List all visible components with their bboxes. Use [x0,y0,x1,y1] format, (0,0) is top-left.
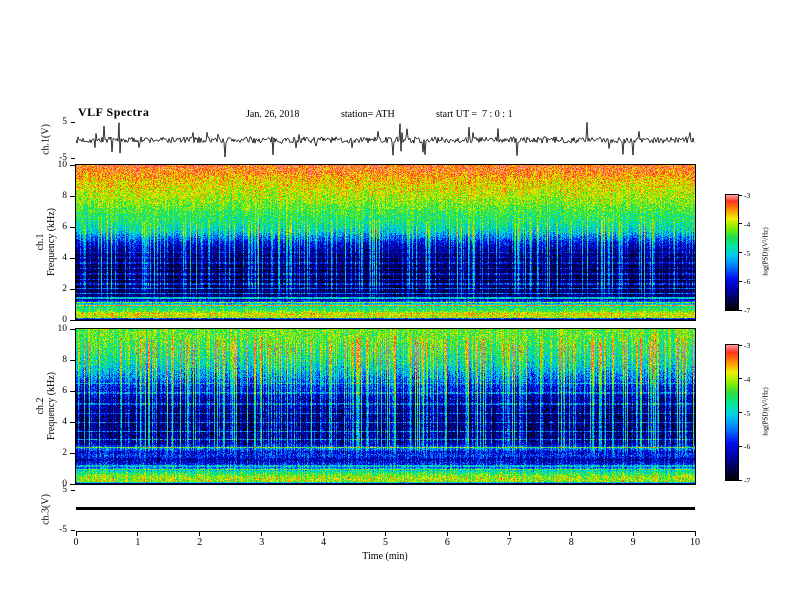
ch2-label: ch.2 [35,397,46,415]
ch1-colorbar-label: log(PSD)(V²/Hz) [761,227,770,276]
ch1-volt-tick-mark [71,157,75,159]
ch2-spectrogram-panel [75,328,696,485]
x-tick-mark [323,531,325,536]
x-tick-label: 10 [690,537,700,548]
x-tick-label: 4 [321,537,327,548]
ch1-freq-tick-label: 8 [62,191,67,201]
x-tick-mark [570,531,572,536]
x-tick-label: 1 [135,537,141,548]
ch3-waveform-panel [76,490,695,530]
time-axis-label: Time (min) [362,551,408,562]
cb1-tick-mark [739,223,742,225]
cb2-tick-mark [739,412,742,413]
ch1-waveform-canvas [76,122,695,158]
ch1-volt-tick-label: 5 [62,117,67,127]
ch3-volt-tick-label: 5 [62,485,67,495]
x-tick-mark [632,531,634,536]
cb1-tick-label: -3 [744,191,751,200]
x-tick-label: 0 [73,537,79,548]
ch2-colorbar [725,344,739,481]
ch1-spectrogram-canvas [76,165,695,320]
ch2-freq-tick-mark [70,421,75,423]
ch2-spectrogram-canvas [76,329,695,484]
cb1-tick-label: -4 [744,219,751,229]
x-tick-mark [385,531,386,536]
ch1-colorbar-canvas [726,195,738,310]
x-tick-label: 2 [197,537,203,548]
ch1-spectrogram-panel [75,164,696,321]
cb2-tick-mark [739,378,742,380]
ch2-frequency-units-label: Frequency (kHz) [46,371,57,441]
ch1-waveform-panel [76,122,695,158]
x-tick-mark [508,531,510,536]
ch2-colorbar-label: log(PSD)(V²/Hz) [761,387,770,436]
ch3-volt-tick-mark [71,489,75,491]
cb2-tick-label: -6 [744,442,751,452]
x-tick-mark [694,531,696,536]
ch1-label: ch.1 [35,233,46,251]
x-tick-label: 6 [444,537,450,548]
cb1-tick-mark [739,309,742,311]
cb1-tick-label: -5 [744,248,751,258]
cb1-tick-mark [739,194,742,196]
cb1-tick-mark [739,280,742,282]
ch2-freq-tick-mark [70,328,75,330]
cb2-tick-label: -5 [744,408,751,418]
ch2-freq-tick-mark [70,483,75,485]
x-tick-label: 9 [630,537,636,548]
x-tick-mark [261,531,263,536]
x-tick-mark [199,531,201,536]
ch2-freq-tick-label: 6 [62,386,67,396]
x-tick-label: 3 [259,537,265,548]
ch1-volt-tick-label: -5 [59,153,67,163]
ch2-freq-tick-label: 4 [62,417,67,427]
cb1-tick-mark [739,252,742,253]
ch2-freq-tick-mark [70,452,75,454]
x-tick-label: 7 [506,537,512,548]
figure-title: VLF Spectra [78,105,150,119]
vlf-spectra-figure: VLF Spectra Jan. 26, 2018 station= ATH s… [0,0,792,612]
ch3-flat-trace [76,507,695,510]
ch3-volt-tick-mark [71,529,75,531]
ch2-freq-tick-label: 10 [57,324,68,334]
date-label: Jan. 26, 2018 [246,109,300,120]
ch2-freq-tick-label: 2 [62,448,67,458]
ch1-freq-tick-label: 2 [62,284,67,294]
ch1-freq-tick-mark [70,257,75,259]
cb1-tick-label: -7 [744,306,751,315]
x-tick-mark [446,531,448,536]
ch2-frequency-axis-label: ch.2 Frequency (kHz) [35,329,57,483]
ch1-freq-tick-label: 6 [62,222,67,232]
ch1-volt-tick-mark [71,121,75,123]
ch1-freq-tick-mark [70,288,75,290]
ch1-freq-tick-mark [70,226,75,228]
cb2-tick-label: -7 [744,476,751,485]
ch1-freq-tick-label: 4 [62,253,67,263]
ch1-colorbar [725,194,739,311]
ch2-freq-tick-mark [70,390,75,392]
ch1-freq-tick-mark [70,319,75,321]
x-tick-label: 5 [383,537,388,548]
x-tick-label: 8 [568,537,574,548]
station-label: station= ATH [341,109,395,120]
ch1-freq-tick-mark [70,195,75,197]
cb1-tick-label: -6 [744,277,751,287]
cb2-tick-mark [739,344,742,346]
cb2-tick-label: -3 [744,341,751,350]
x-tick-mark [75,531,77,536]
ch2-freq-tick-mark [70,359,75,361]
cb2-tick-label: -4 [744,374,751,384]
cb2-tick-mark [739,445,742,447]
ch3-volt-tick-label: -5 [59,525,67,535]
start-ut-label: start UT = 7 : 0 : 1 [436,109,513,120]
cb2-tick-mark [739,479,742,481]
ch1-freq-tick-mark [70,164,75,166]
x-tick-mark [137,531,139,536]
ch1-frequency-axis-label: ch.1 Frequency (kHz) [35,165,57,319]
ch2-colorbar-canvas [726,345,738,480]
ch1-frequency-units-label: Frequency (kHz) [46,207,57,277]
ch2-freq-tick-label: 8 [62,355,67,365]
